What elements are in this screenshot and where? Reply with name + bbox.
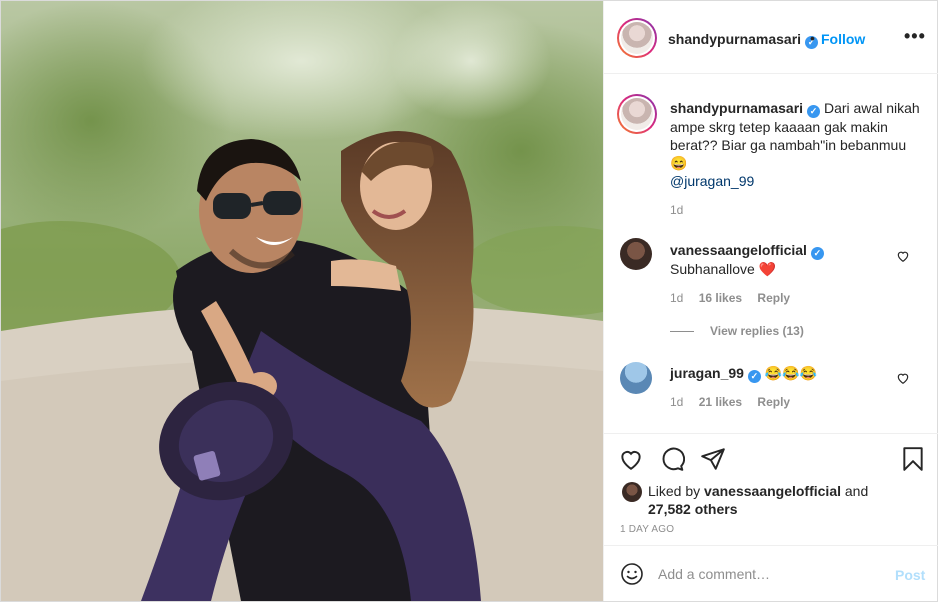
- add-comment-bar: Post: [604, 545, 938, 601]
- comment-input[interactable]: [658, 562, 878, 586]
- caption-timestamp[interactable]: 1d: [670, 203, 683, 217]
- reply-button[interactable]: Reply: [757, 395, 790, 409]
- verified-badge-icon: ✓: [747, 370, 761, 383]
- couple-piggyback-photo: [1, 1, 603, 601]
- separator-dot: •: [810, 30, 815, 46]
- commenter-username[interactable]: juragan_99 ✓: [670, 365, 761, 383]
- author-username[interactable]: shandypurnamasari ✓: [668, 31, 819, 49]
- commenter-avatar[interactable]: [620, 238, 652, 270]
- verified-badge-icon: ✓: [807, 105, 821, 118]
- caption-mention-link[interactable]: @juragan_99: [670, 172, 926, 190]
- comment-timestamp[interactable]: 1d: [670, 395, 683, 409]
- follow-button[interactable]: Follow: [821, 31, 865, 47]
- like-comment-heart-icon[interactable]: [896, 249, 910, 263]
- comment-meta: 1d 21 likes Reply: [670, 395, 802, 409]
- post-photo[interactable]: [1, 1, 603, 601]
- post-side-panel: shandypurnamasari ✓ • Follow ••• shandypu…: [603, 1, 938, 601]
- commenter-username[interactable]: vanessaangelofficial ✓: [670, 242, 824, 260]
- comment-item: vanessaangelofficial ✓ Subhanallove ❤️: [670, 241, 890, 278]
- emoji-icon[interactable]: [620, 562, 644, 586]
- comment-text: Subhanallove ❤️: [670, 261, 777, 277]
- caption-author-avatar[interactable]: [617, 94, 657, 134]
- share-icon[interactable]: [700, 446, 726, 472]
- post-comment-button[interactable]: Post: [895, 567, 925, 583]
- post-caption: shandypurnamasari ✓ Dari awal nikah ampe …: [670, 99, 926, 190]
- comment-timestamp[interactable]: 1d: [670, 291, 683, 305]
- replies-divider: [670, 331, 694, 333]
- liker-username[interactable]: vanessaangelofficial: [704, 483, 841, 499]
- comment-text: 😂😂😂: [764, 365, 818, 381]
- caption-username[interactable]: shandypurnamasari ✓: [670, 100, 821, 118]
- view-replies-button[interactable]: View replies (13): [670, 324, 804, 338]
- comment-meta: 1d 16 likes Reply: [670, 291, 802, 305]
- comment-item: juragan_99 ✓ 😂😂😂: [670, 364, 890, 383]
- bookmark-icon[interactable]: [900, 446, 926, 472]
- comment-likes-count[interactable]: 16 likes: [699, 291, 742, 305]
- post-actions: Liked by vanessaangelofficial and 27,582…: [604, 433, 938, 545]
- post-header: shandypurnamasari ✓ • Follow •••: [604, 1, 938, 74]
- likes-summary: Liked by vanessaangelofficial and 27,582…: [648, 483, 869, 517]
- reply-button[interactable]: Reply: [757, 291, 790, 305]
- comment-likes-count[interactable]: 21 likes: [699, 395, 742, 409]
- heart-icon[interactable]: [618, 446, 644, 472]
- likes-others-count[interactable]: 27,582 others: [648, 501, 738, 517]
- verified-badge-icon: ✓: [810, 247, 824, 260]
- comments-section[interactable]: shandypurnamasari ✓ Dari awal nikah ampe …: [604, 75, 938, 433]
- author-avatar[interactable]: [617, 18, 657, 58]
- more-options-icon[interactable]: •••: [904, 26, 926, 47]
- liker-avatar[interactable]: [622, 482, 642, 502]
- commenter-avatar[interactable]: [620, 362, 652, 394]
- post-date[interactable]: 1 DAY AGO: [620, 524, 674, 535]
- like-comment-heart-icon[interactable]: [896, 371, 910, 385]
- instagram-post: shandypurnamasari ✓ • Follow ••• shandypu…: [0, 0, 938, 602]
- comment-icon[interactable]: [659, 446, 685, 472]
